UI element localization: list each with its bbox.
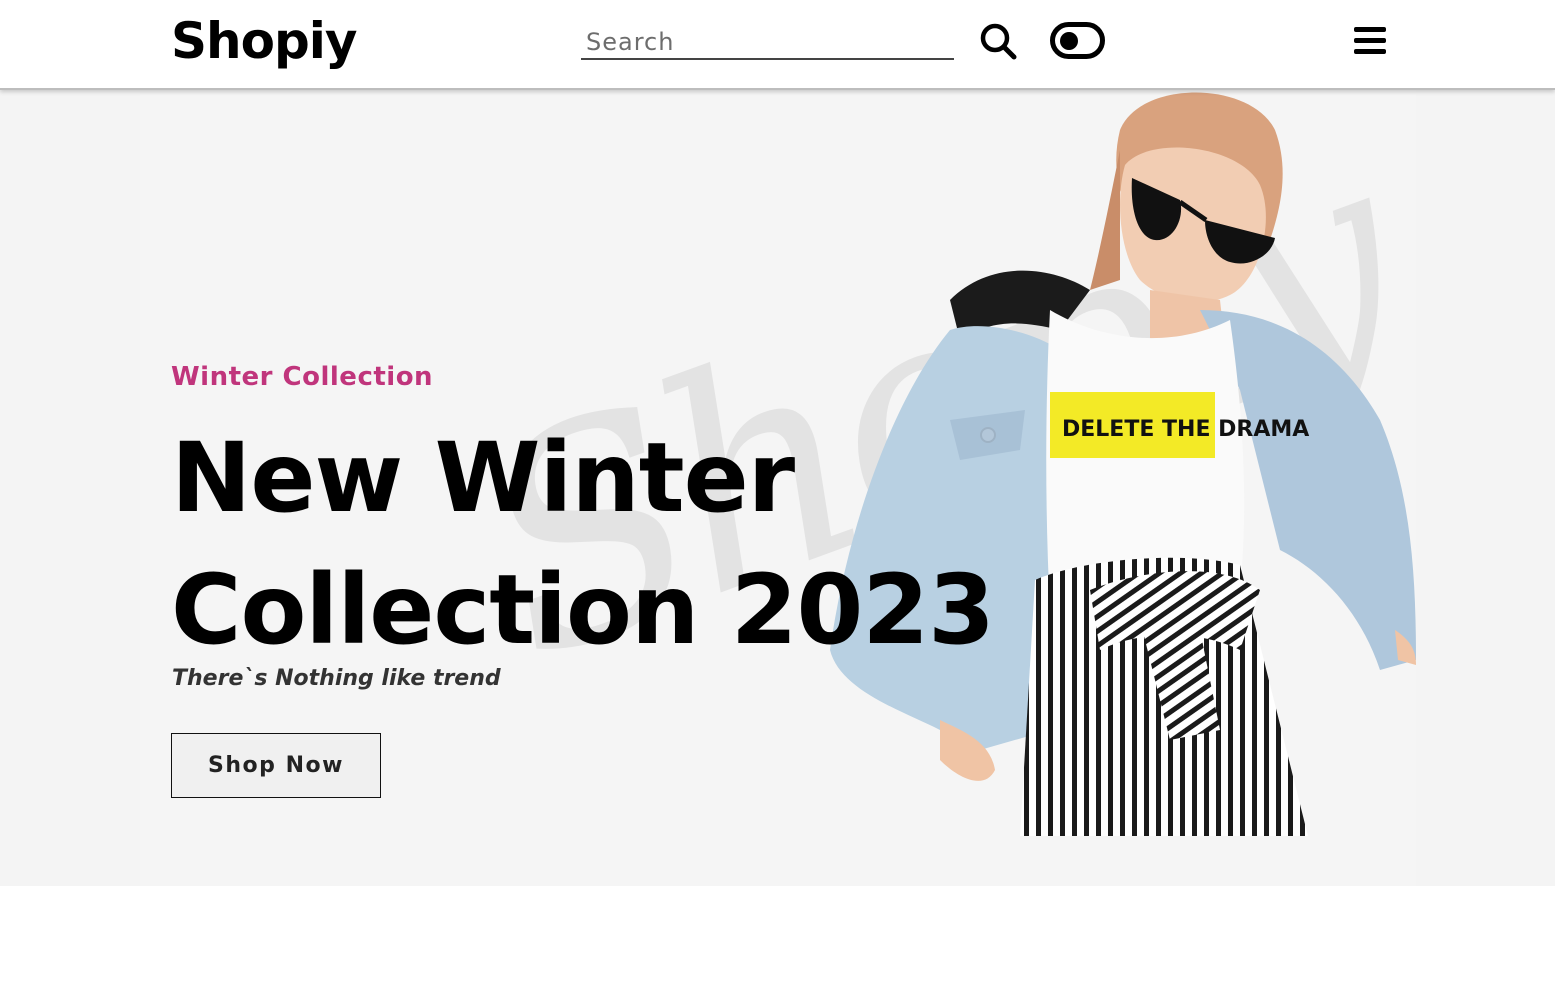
headline-line-1: New Winter — [171, 422, 795, 534]
hero-tagline: There`s Nothing like trend — [172, 666, 501, 691]
toggle-knob-icon — [1060, 32, 1078, 50]
menu-button[interactable] — [1354, 25, 1386, 57]
search-input[interactable] — [581, 26, 954, 60]
theme-toggle[interactable] — [1050, 22, 1105, 59]
collection-eyebrow: Winter Collection — [171, 362, 434, 392]
top-navbar: Shopiy — [0, 0, 1555, 90]
hero-banner: Shopiy DELETE — [0, 90, 1555, 886]
hamburger-menu-icon — [1354, 27, 1386, 32]
hamburger-line — [1354, 49, 1386, 54]
headline-line-2: Collection 2023 — [171, 554, 995, 666]
brand-logo[interactable]: Shopiy — [171, 12, 357, 70]
shirt-print-text: DELETE THE DRAMA — [1062, 417, 1309, 442]
hamburger-line — [1354, 38, 1386, 43]
search-icon — [980, 23, 1017, 60]
search-button[interactable] — [978, 21, 1018, 61]
hero-headline: New Winter Collection 2023 — [171, 412, 995, 676]
shop-now-button[interactable]: Shop Now — [171, 733, 381, 798]
